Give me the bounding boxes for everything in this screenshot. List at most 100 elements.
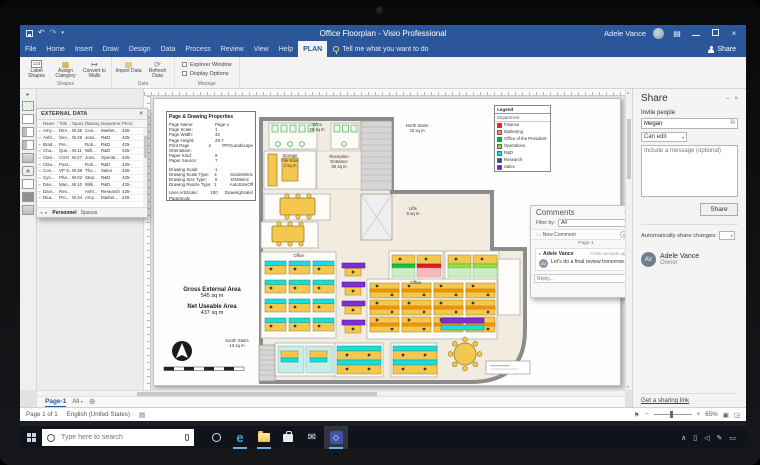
table-row[interactable]: ∞ Davi... Res... Ashl... Research 425- xyxy=(37,188,147,195)
close-icon[interactable]: × xyxy=(734,96,738,102)
zoom-slider[interactable] xyxy=(653,411,692,418)
column-header[interactable]: Departme xyxy=(100,121,121,126)
presentation-mode-icon[interactable]: ⚑ xyxy=(634,411,640,419)
explorer-window-checkbox[interactable]: Explorer Window xyxy=(182,62,232,68)
table-row[interactable]: ∞ Dan... Man... W.10 Willi... R&D 425- xyxy=(37,182,147,189)
table-row[interactable]: ∞ Cyn... Pha... W.02 Step... R&D 425- xyxy=(37,175,147,182)
volume-icon[interactable]: ◁ xyxy=(704,434,709,442)
address-book-icon[interactable]: ▤ xyxy=(730,119,735,125)
stencil-shape-icon[interactable] xyxy=(22,114,34,124)
spellcheck-icon[interactable]: ▤ xyxy=(139,411,145,419)
action-center-icon[interactable]: ▭ xyxy=(729,434,736,442)
show-hidden-icons[interactable]: ∧ xyxy=(681,434,686,442)
zoom-slider-thumb[interactable] xyxy=(669,411,673,418)
language-indicator[interactable]: English (United States) xyxy=(67,411,130,418)
file-explorer-button[interactable] xyxy=(252,426,276,449)
edge-button[interactable]: e xyxy=(228,426,252,449)
record-nav-icons[interactable]: ◂ ▸ xyxy=(40,210,48,216)
assign-category-button[interactable]: ▦ Assign Category xyxy=(52,58,79,80)
taskbar-search-box[interactable] xyxy=(42,429,194,446)
tab-home[interactable]: Home xyxy=(41,41,70,57)
table-row[interactable]: ∞ Clau... Post... Rob... R&D 425- xyxy=(37,161,147,169)
column-header[interactable]: Title xyxy=(58,121,71,126)
message-input[interactable] xyxy=(641,145,738,197)
qat-customize-icon[interactable]: ▾ xyxy=(61,29,64,37)
stencil-shape-icon[interactable] xyxy=(22,101,34,111)
convert-to-walls-button[interactable]: ↦ Convert to Walls xyxy=(81,58,108,80)
minimize-icon[interactable] xyxy=(690,29,702,38)
fullscreen-icon[interactable]: ◲ xyxy=(734,411,740,419)
share-button[interactable]: Share xyxy=(700,203,738,216)
zoom-level[interactable]: 65% xyxy=(705,411,717,418)
department-legend[interactable]: Legend Department Finance Marketing Office… xyxy=(494,105,551,172)
tab-file[interactable]: File xyxy=(20,41,41,57)
tab-insert[interactable]: Insert xyxy=(70,41,98,57)
auto-share-dropdown[interactable]: ▾ xyxy=(718,231,735,240)
tab-draw[interactable]: Draw xyxy=(97,41,123,57)
ribbon-display-options-icon[interactable]: ▤ xyxy=(671,29,683,38)
get-sharing-link[interactable]: Get a sharing link xyxy=(641,397,689,404)
stencil-shape-icon[interactable] xyxy=(22,205,34,215)
close-icon[interactable]: × xyxy=(139,111,143,117)
display-options-checkbox[interactable]: Display Options xyxy=(182,71,232,77)
vertical-scrollbar[interactable]: ▴ ▾ xyxy=(625,89,632,390)
tab-data[interactable]: Data xyxy=(156,41,181,57)
page-indicator[interactable]: Page 1 of 1 xyxy=(26,411,58,418)
tab-plan[interactable]: PLAN xyxy=(298,41,328,57)
column-header[interactable]: Name xyxy=(42,121,58,126)
restore-icon[interactable] xyxy=(709,28,721,38)
all-pages-dropdown[interactable]: All ▾ xyxy=(72,399,82,405)
zoom-out-icon[interactable]: − xyxy=(645,411,649,418)
column-header[interactable]: Phon xyxy=(121,121,133,126)
page-tab[interactable]: Page-1 xyxy=(45,397,67,408)
expand-shapes-icon[interactable]: ▸ xyxy=(26,91,29,98)
microphone-icon[interactable] xyxy=(185,434,189,441)
visio-button[interactable]: ◇ xyxy=(324,426,348,449)
search-input[interactable] xyxy=(59,433,181,442)
invite-people-input[interactable] xyxy=(641,118,738,129)
scroll-up-icon[interactable]: ▴ xyxy=(627,90,629,95)
table-row[interactable]: ∞ Dea... Pro... W.34 Amy... Market... 425- xyxy=(37,195,147,202)
stencil-shape-icon[interactable] xyxy=(22,179,34,189)
stencil-shape-icon[interactable] xyxy=(22,192,34,202)
pen-icon[interactable]: ✎ xyxy=(717,434,723,442)
sheet-tab-personnel[interactable]: Personnel xyxy=(52,210,76,216)
add-page-icon[interactable]: ⊕ xyxy=(89,398,96,406)
reply-input[interactable] xyxy=(534,274,638,283)
signed-in-user[interactable]: Adele Vance xyxy=(604,29,646,38)
mail-button[interactable]: ✉ xyxy=(300,426,324,449)
stencil-shape-icon[interactable] xyxy=(22,153,34,163)
collapse-icon[interactable]: ▸ xyxy=(539,251,541,256)
tell-me-box[interactable]: Tell me what you want to do xyxy=(327,41,434,57)
import-data-button[interactable]: ▤ Import Data xyxy=(115,58,142,80)
scrollbar[interactable] xyxy=(143,128,147,207)
battery-icon[interactable]: ▯ xyxy=(693,434,697,442)
user-avatar[interactable] xyxy=(653,27,664,39)
table-row[interactable]: ∞ Cha... Que... W.11 Will... R&D 425- xyxy=(37,148,147,155)
close-icon[interactable]: × xyxy=(728,29,740,38)
table-row[interactable]: ∞ Amy... Dire... W.35 Con... Market... 425- xyxy=(37,128,147,135)
permission-dropdown[interactable]: Can edit ▾ xyxy=(641,132,687,142)
save-icon[interactable] xyxy=(26,29,33,37)
fit-page-icon[interactable]: ▣ xyxy=(723,411,729,419)
tab-design[interactable]: Design xyxy=(124,41,156,57)
column-header[interactable]: (Manag xyxy=(84,121,100,126)
share-ribbon-button[interactable]: Share xyxy=(698,41,746,57)
tab-view[interactable]: View xyxy=(249,41,274,57)
refresh-data-button[interactable]: ⟳ Refresh Data xyxy=(144,58,171,80)
stencil-shape-icon[interactable] xyxy=(22,140,34,150)
tab-help[interactable]: Help xyxy=(274,41,298,57)
table-row[interactable]: ∞ Ashl... Sen... W.29 Joss... R&D 425- xyxy=(37,135,147,142)
stencil-shape-icon[interactable] xyxy=(22,127,34,137)
new-comment-button[interactable]: New Comment xyxy=(543,232,576,238)
column-header[interactable]: Space xyxy=(71,121,84,126)
owner-row[interactable]: AV Adele Vance Owner xyxy=(641,252,738,267)
store-button[interactable] xyxy=(276,426,300,449)
undo-icon[interactable]: ↶ xyxy=(38,29,45,37)
stencil-shape-icon[interactable] xyxy=(22,166,34,176)
table-row[interactable]: ∞Con...VP S...W.39Tho...Sales425- xyxy=(37,168,147,175)
scrollbar-thumb[interactable] xyxy=(627,119,631,179)
scroll-down-icon[interactable]: ▾ xyxy=(627,384,629,389)
start-button[interactable] xyxy=(20,426,42,449)
task-view-button[interactable] xyxy=(204,426,228,449)
